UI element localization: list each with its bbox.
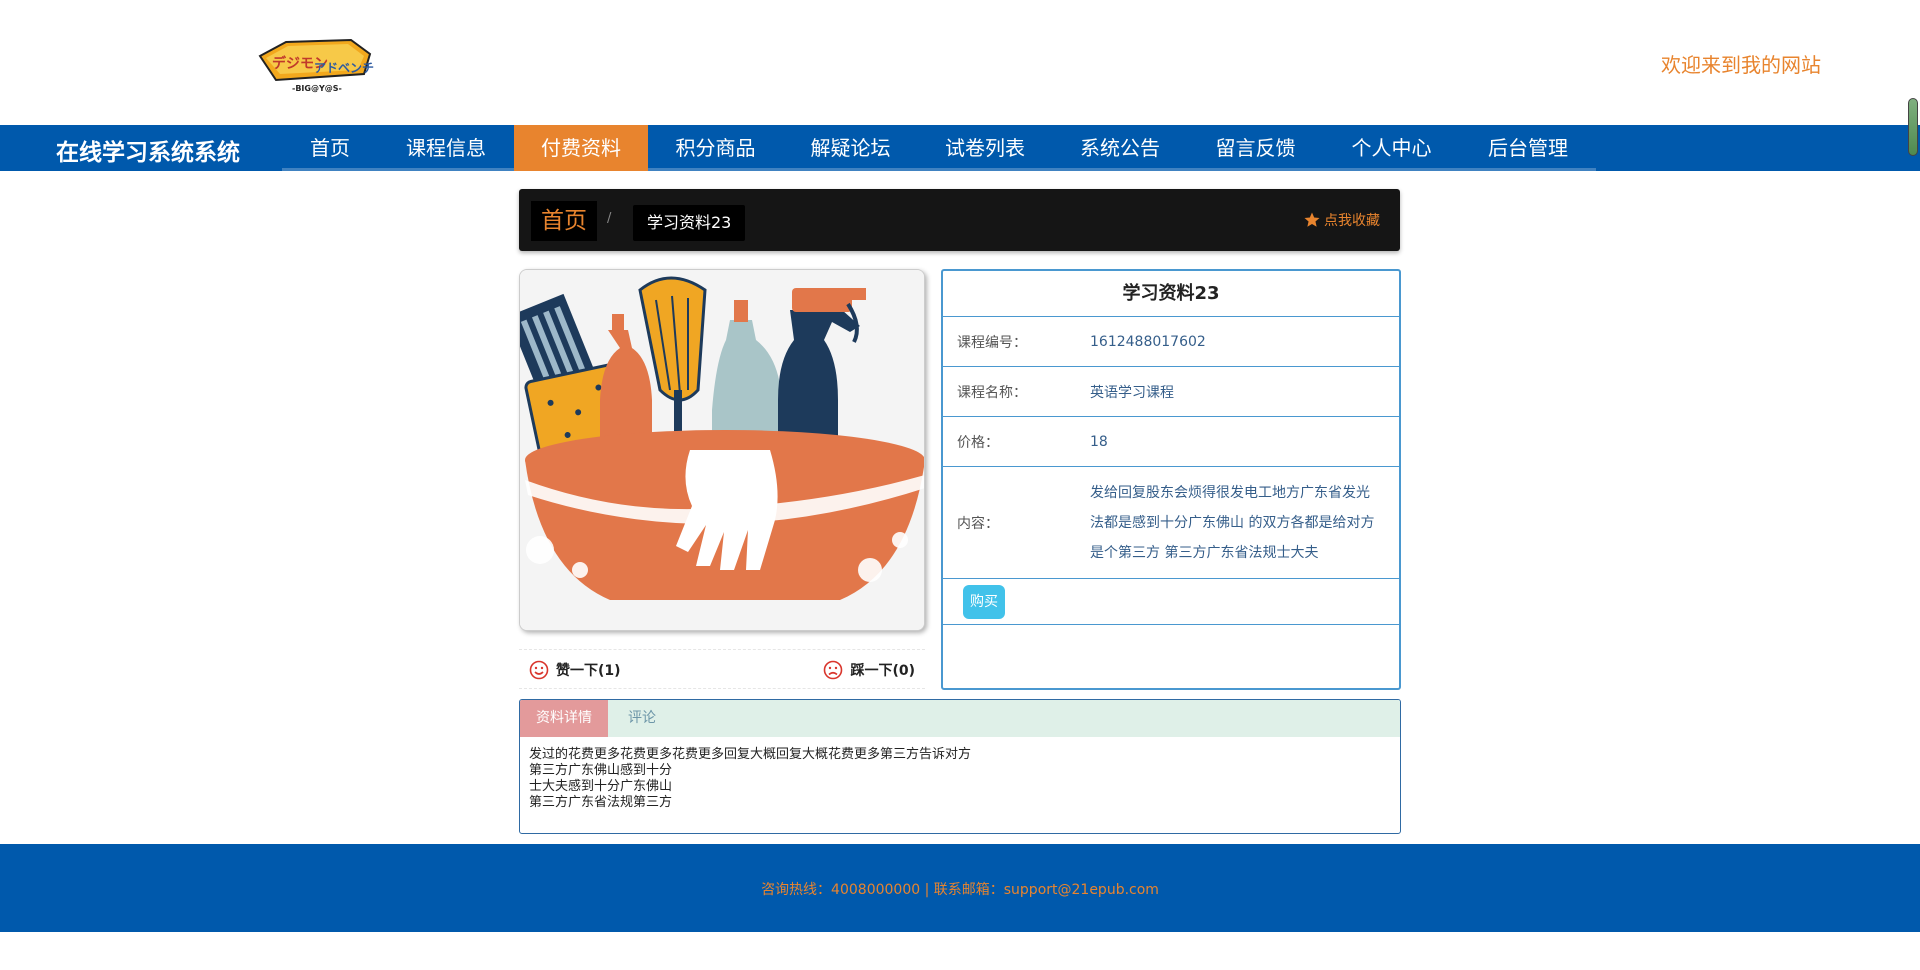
svg-text:-BIG@Y@S-: -BIG@Y@S- [292, 84, 342, 93]
detail-section: 资料详情 评论 发过的花费更多花费更多花费更多回复大概回复大概花费更多第三方告诉… [519, 699, 1401, 834]
frown-icon [824, 660, 843, 680]
like-label: 赞一下(1) [556, 663, 621, 679]
price-value: 18 [1090, 433, 1108, 450]
digimon-logo-icon: デジモン アドベンチャー -BIG@Y@S- [258, 38, 398, 93]
detail-line: 发过的花费更多花费更多花费更多回复大概回复大概花费更多第三方告诉对方 [529, 747, 972, 762]
nav-item-announcements[interactable]: 系统公告 [1052, 125, 1188, 171]
info-row-course-id: 课程编号： 1612488017602 [943, 317, 1399, 367]
content-value: 发给回复股东会烦得很发电工地方广东省发光法都是感到十分广东佛山 的双方各都是给对… [1090, 484, 1375, 561]
material-image [519, 269, 925, 631]
dislike-label: 踩一下(0) [850, 663, 915, 679]
course-name-label: 课程名称： [957, 384, 1027, 401]
nav-item-courses[interactable]: 课程信息 [378, 125, 514, 171]
detail-line: 第三方广东佛山感到十分 [529, 763, 673, 778]
info-row-buy: 购买 [943, 579, 1399, 625]
star-icon [1304, 212, 1320, 227]
nav-item-user-center[interactable]: 个人中心 [1323, 125, 1460, 171]
breadcrumb-current: 学习资料23 [633, 205, 746, 241]
material-title: 学习资料23 [943, 271, 1399, 317]
breadcrumb: 首页 / 学习资料23 点我收藏 [519, 189, 1400, 251]
breadcrumb-home[interactable]: 首页 [531, 201, 597, 241]
favorite-button[interactable]: 点我收藏 [1303, 210, 1380, 230]
site-title: 在线学习系统系统 [56, 140, 240, 166]
cleaning-supplies-illustration-icon [520, 270, 924, 630]
nav-item-admin[interactable]: 后台管理 [1460, 125, 1596, 171]
nav-item-exam-list[interactable]: 试卷列表 [918, 125, 1052, 171]
svg-text:アドベンチャー: アドベンチャー [314, 61, 374, 75]
main-nav: 在线学习系统系统 首页 课程信息 付费资料 积分商品 解疑论坛 试卷列表 系统公… [0, 125, 1920, 171]
nav-item-paid-materials[interactable]: 付费资料 [514, 125, 648, 171]
tab-material-details[interactable]: 资料详情 [520, 700, 608, 737]
course-id-label: 课程编号： [957, 334, 1027, 351]
tab-bar: 资料详情 评论 [520, 700, 1400, 737]
course-name-value: 英语学习课程 [1090, 384, 1174, 401]
scroll-indicator[interactable] [1908, 98, 1918, 156]
dislike-button[interactable]: 踩一下(0) [823, 660, 915, 680]
material-info-panel: 学习资料23 课程编号： 1612488017602 课程名称： 英语学习课程 … [941, 269, 1401, 690]
detail-line: 第三方广东省法规第三方 [529, 795, 673, 810]
like-button[interactable]: 赞一下(1) [529, 660, 621, 680]
smile-icon [529, 660, 549, 680]
nav-items: 首页 课程信息 付费资料 积分商品 解疑论坛 试卷列表 系统公告 留言反馈 个人… [282, 125, 1596, 171]
vote-bar: 赞一下(1) 踩一下(0) [519, 649, 925, 689]
footer: 咨询热线：4008000000 | 联系邮箱：support@21epub.co… [0, 844, 1920, 932]
info-row-course-name: 课程名称： 英语学习课程 [943, 367, 1399, 417]
content-label: 内容： [957, 515, 999, 532]
welcome-text: 欢迎来到我的网站 [1661, 53, 1821, 77]
footer-contact: 咨询热线：4008000000 | 联系邮箱：support@21epub.co… [761, 882, 1159, 898]
info-row-price: 价格： 18 [943, 417, 1399, 467]
nav-item-points-goods[interactable]: 积分商品 [648, 125, 783, 171]
detail-line: 士大夫感到十分广东佛山 [529, 779, 673, 794]
site-logo[interactable]: デジモン アドベンチャー -BIG@Y@S- [256, 34, 398, 94]
price-label: 价格： [957, 434, 999, 451]
tab-comments[interactable]: 评论 [612, 700, 672, 737]
nav-item-feedback[interactable]: 留言反馈 [1188, 125, 1323, 171]
buy-button[interactable]: 购买 [963, 585, 1005, 619]
top-header: デジモン アドベンチャー -BIG@Y@S- 欢迎来到我的网站 [0, 0, 1920, 125]
nav-item-home[interactable]: 首页 [282, 125, 378, 171]
nav-item-forum[interactable]: 解疑论坛 [783, 125, 918, 171]
info-row-content: 内容： 发给回复股东会烦得很发电工地方广东省发光法都是感到十分广东佛山 的双方各… [943, 467, 1399, 579]
course-id-value: 1612488017602 [1090, 333, 1206, 350]
favorite-label: 点我收藏 [1324, 213, 1380, 229]
breadcrumb-separator: / [607, 211, 612, 226]
detail-body: 发过的花费更多花费更多花费更多回复大概回复大概花费更多第三方告诉对方 第三方广东… [520, 737, 1400, 821]
